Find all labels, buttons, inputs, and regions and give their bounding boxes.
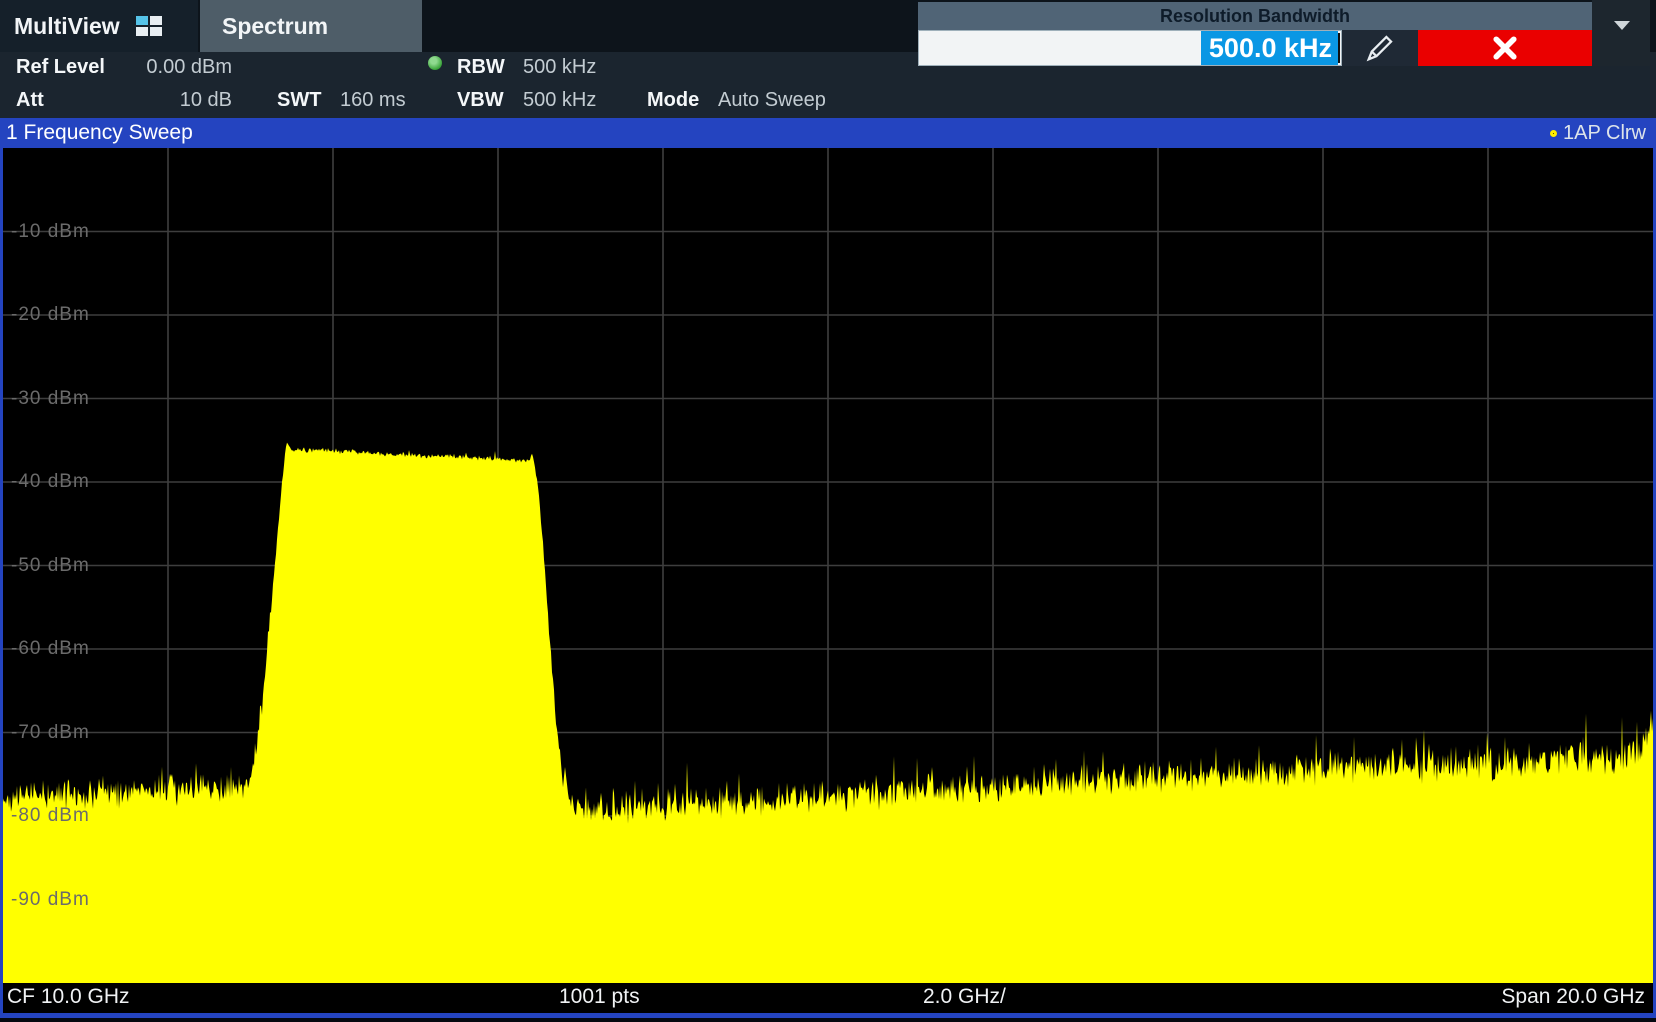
mode-label[interactable]: Mode xyxy=(647,89,699,112)
ref-level-label[interactable]: Ref Level xyxy=(16,56,105,79)
dropdown-arrow-icon xyxy=(1614,21,1630,30)
trace1-color-dot-icon xyxy=(1550,130,1557,137)
rbw-value-input[interactable]: 500.0 kHz xyxy=(918,30,1342,66)
entry-panel-title: Resolution Bandwidth xyxy=(918,2,1592,30)
y-axis-tick-label: -30 dBm xyxy=(11,388,90,410)
tab-multiview[interactable]: MultiView xyxy=(0,0,198,52)
swt-label[interactable]: SWT xyxy=(277,89,321,112)
analyzer-screen: MultiView Spectrum Ref Level 0.00 dBm RB… xyxy=(0,0,1656,1022)
screen-bottom-border xyxy=(0,1016,1656,1022)
entry-panel-resolution-bandwidth: Resolution Bandwidth 500.0 kHz xyxy=(918,2,1592,66)
span-readout[interactable]: Span 20.0 GHz xyxy=(1501,985,1645,1009)
sweep-points-readout[interactable]: 1001 pts xyxy=(559,985,640,1009)
close-x-icon xyxy=(1490,33,1520,63)
rbw-input-selected-text: 500.0 kHz xyxy=(1201,31,1338,66)
close-entry-button[interactable] xyxy=(1418,30,1592,66)
window-title-bar[interactable]: 1 Frequency Sweep 1AP Clrw xyxy=(0,118,1656,148)
settings-row-2: Att 10 dB SWT 160 ms VBW 500 kHz Mode Au… xyxy=(0,85,1656,118)
swt-value[interactable]: 160 ms xyxy=(340,89,406,112)
y-axis-tick-label: -10 dBm xyxy=(11,221,90,243)
multiview-grid-icon xyxy=(136,16,162,36)
y-axis-tick-label: -20 dBm xyxy=(11,304,90,326)
rbw-label[interactable]: RBW xyxy=(457,56,505,79)
vbw-value[interactable]: 500 kHz xyxy=(523,89,596,112)
tab-multiview-label: MultiView xyxy=(14,13,120,40)
att-label[interactable]: Att xyxy=(16,89,44,112)
sweep-status-led-icon xyxy=(428,56,442,70)
y-axis-tick-label: -90 dBm xyxy=(11,889,90,911)
window-title: 1 Frequency Sweep xyxy=(6,121,193,145)
text-caret xyxy=(1338,33,1340,63)
pencil-edit-icon xyxy=(1363,31,1397,65)
entry-panel-dropdown-button[interactable] xyxy=(1592,0,1650,66)
vbw-label[interactable]: VBW xyxy=(457,89,504,112)
per-division-readout[interactable]: 2.0 GHz/ xyxy=(923,985,1006,1009)
entry-panel-row: 500.0 kHz xyxy=(918,30,1592,66)
spectrum-trace-svg xyxy=(3,148,1653,983)
frequency-sweep-window: 1 Frequency Sweep 1AP Clrw -10 dBm -20 dB… xyxy=(0,118,1656,1016)
att-value[interactable]: 10 dB xyxy=(130,89,232,112)
y-axis-tick-label: -40 dBm xyxy=(11,471,90,493)
rbw-value[interactable]: 500 kHz xyxy=(523,56,596,79)
ref-level-value[interactable]: 0.00 dBm xyxy=(130,56,232,79)
edit-keyboard-button[interactable] xyxy=(1342,30,1418,66)
y-axis-tick-label: -50 dBm xyxy=(11,555,90,577)
y-axis-tick-label: -60 dBm xyxy=(11,638,90,660)
y-axis-tick-label: -80 dBm xyxy=(11,805,90,827)
trace1-label: 1AP Clrw xyxy=(1563,122,1646,145)
tab-spectrum[interactable]: Spectrum xyxy=(200,0,422,52)
center-frequency-readout[interactable]: CF 10.0 GHz xyxy=(7,985,130,1009)
mode-value[interactable]: Auto Sweep xyxy=(718,89,826,112)
y-axis-tick-label: -70 dBm xyxy=(11,722,90,744)
trace-legend[interactable]: 1AP Clrw xyxy=(1550,122,1646,145)
axis-readout-bar: CF 10.0 GHz 1001 pts 2.0 GHz/ Span 20.0 … xyxy=(3,983,1653,1013)
spectrum-plot-area[interactable]: -10 dBm -20 dBm -30 dBm -40 dBm -50 dBm -60 d… xyxy=(3,148,1653,983)
tab-spectrum-label: Spectrum xyxy=(222,13,328,40)
